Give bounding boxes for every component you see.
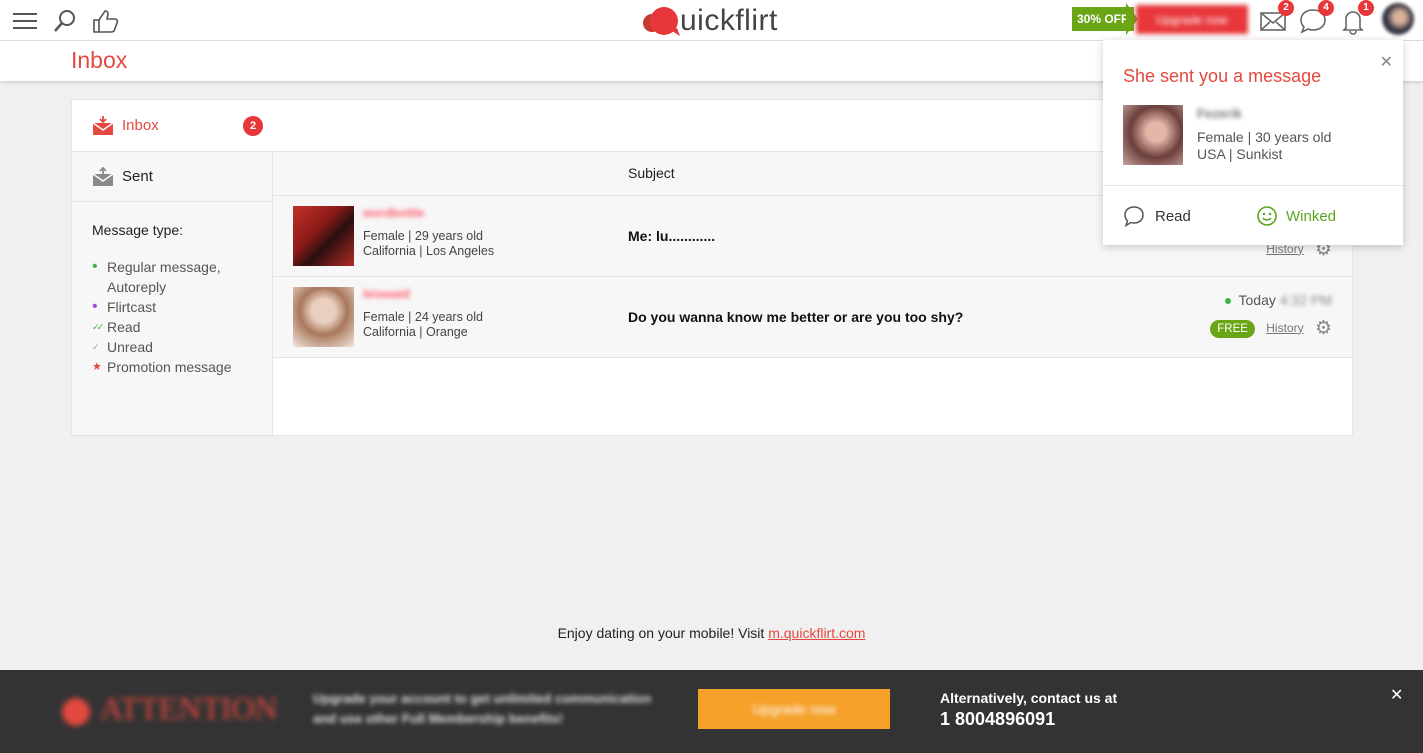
message-row[interactable]: leiswaid Female | 24 years old Californi… (273, 277, 1352, 358)
top-bar: uickflirt 30% OFF Upgrade now 2 4 1 (0, 0, 1423, 41)
contact-phone: 1 8004896091 (940, 709, 1056, 729)
chats-count: 4 (1318, 0, 1334, 16)
message-date: Today 4:32 PM (1224, 292, 1332, 308)
sender-location: California | Orange (363, 325, 468, 339)
green-dot-icon: • (92, 258, 98, 275)
user-avatar[interactable] (1382, 3, 1414, 35)
sender-location: USA | Sunkist (1197, 146, 1283, 162)
messages-notification[interactable]: 2 (1258, 0, 1294, 36)
sender-gender-age: Female | 30 years old (1197, 129, 1332, 145)
double-check-icon: ✓✓ (92, 322, 104, 332)
star-icon: ★ (92, 361, 102, 373)
sidebar-item-label: Inbox (122, 117, 159, 134)
inbox-icon (92, 115, 114, 135)
close-icon[interactable]: ✕ (1390, 685, 1403, 705)
smiley-icon (1257, 206, 1277, 226)
page-title: Inbox (71, 47, 128, 73)
sender-photo[interactable] (1123, 105, 1183, 165)
upgrade-button[interactable]: Upgrade now (1136, 5, 1248, 34)
message-type-legend: • Regular message, Autoreply • Flirtcast… (92, 257, 272, 377)
alerts-count: 1 (1358, 0, 1374, 16)
sidebar-item-label: Sent (122, 168, 153, 185)
logo-text: uickflirt (680, 4, 778, 37)
message-preview[interactable]: Me: lu............ (628, 228, 715, 244)
close-icon[interactable]: ✕ (1380, 52, 1393, 72)
message-preview[interactable]: Do you wanna know me better or are you t… (628, 309, 963, 325)
attention-bar: ATTENTION Upgrade your account to get un… (0, 670, 1423, 753)
folder-sidebar: Inbox 2 Sent Message type: • Regular mes… (72, 100, 273, 435)
sidebar-item-sent[interactable]: Sent (72, 151, 273, 202)
inbox-count-badge: 2 (243, 116, 263, 136)
legend-item-flirtcast: • Flirtcast (92, 298, 156, 315)
menu-icon[interactable] (10, 6, 40, 36)
popup-divider (1103, 185, 1403, 186)
sent-icon (92, 166, 114, 186)
thumbs-up-icon[interactable] (90, 6, 120, 36)
search-icon[interactable] (50, 6, 80, 36)
sender-location: California | Los Angeles (363, 244, 495, 258)
alert-icon (62, 697, 90, 726)
sender-gender-age: Female | 29 years old (363, 229, 483, 243)
sender-username[interactable]: wordbottle (363, 206, 424, 220)
attention-title: ATTENTION (62, 690, 278, 727)
purple-dot-icon: • (92, 298, 98, 315)
read-button[interactable]: Read (1123, 205, 1191, 227)
row-actions: FREE History ⚙ (1210, 317, 1332, 340)
green-dot-icon (1224, 298, 1231, 305)
quickflirt-logo[interactable]: uickflirt (642, 4, 778, 38)
attention-upgrade-button[interactable]: Upgrade now (698, 689, 890, 729)
alerts-notification[interactable]: 1 (1338, 0, 1374, 36)
chat-bubble-icon (1124, 206, 1144, 227)
mobile-promo-text: Enjoy dating on your mobile! Visit m.qui… (557, 625, 866, 641)
sender-username[interactable]: Fezerik (1197, 106, 1242, 121)
contact-text: Alternatively, contact us at (940, 690, 1118, 706)
logo-q-mark (642, 5, 682, 37)
sender-photo[interactable] (293, 206, 354, 266)
discount-badge[interactable]: 30% OFF (1072, 7, 1135, 31)
gear-icon[interactable]: ⚙ (1315, 318, 1332, 339)
legend-item-regular: • Regular message, Autoreply (92, 258, 221, 295)
message-type-title: Message type: (92, 222, 184, 238)
legend-item-unread: ✓ Unread (92, 339, 153, 355)
mobile-site-link[interactable]: m.quickflirt.com (768, 625, 865, 641)
new-message-popup: She sent you a message ✕ Fezerik Female … (1103, 40, 1403, 245)
chats-notification[interactable]: 4 (1298, 0, 1334, 36)
check-icon: ✓ (92, 342, 100, 352)
sidebar-item-inbox[interactable]: Inbox 2 (72, 100, 273, 151)
history-link[interactable]: History (1266, 321, 1303, 335)
free-badge: FREE (1210, 319, 1255, 338)
sender-gender-age: Female | 24 years old (363, 310, 483, 324)
attention-description: Upgrade your account to get unlimited co… (313, 691, 652, 726)
sender-username[interactable]: leiswaid (363, 287, 410, 301)
messages-count: 2 (1278, 0, 1294, 16)
legend-item-promotion: ★ Promotion message (92, 359, 232, 375)
subject-column-header: Subject (628, 165, 675, 181)
popup-title: She sent you a message (1123, 66, 1322, 86)
legend-item-read: ✓✓ Read (92, 319, 141, 335)
sender-photo[interactable] (293, 287, 354, 347)
winked-button[interactable]: Winked (1256, 205, 1336, 227)
